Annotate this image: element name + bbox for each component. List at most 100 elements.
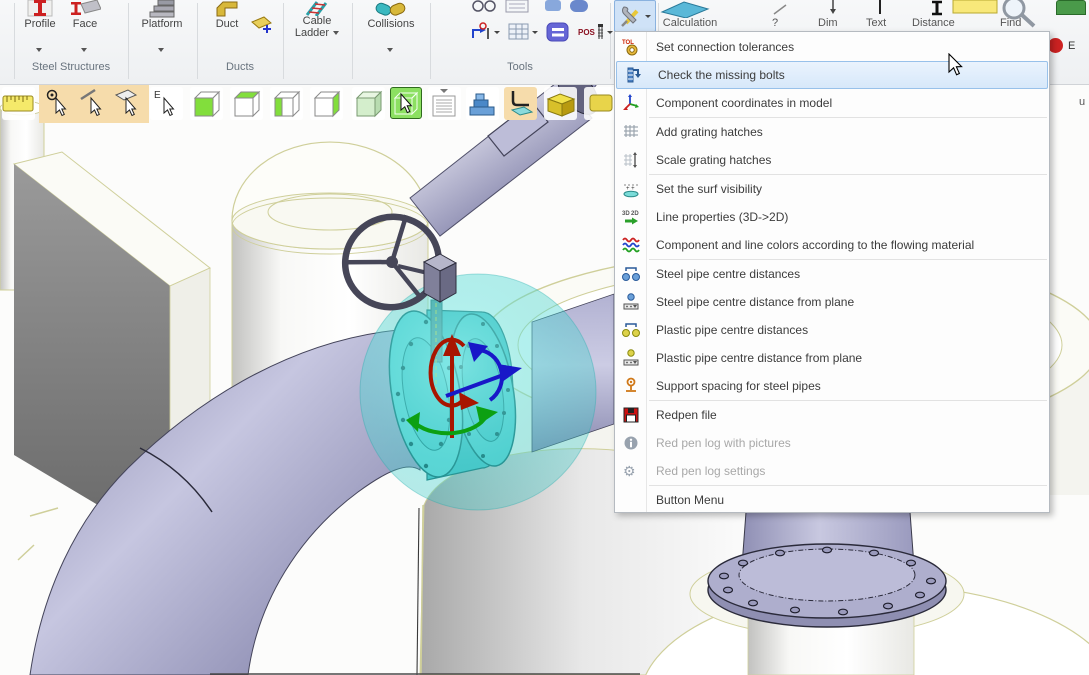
distance-ibeam-icon: [930, 0, 944, 16]
pos-tool-button[interactable]: POS: [578, 28, 595, 37]
tools-group-row: POS: [470, 22, 613, 42]
view-cube-right-button[interactable]: [310, 87, 343, 120]
menu-item-plastic-pipe-centre-distances[interactable]: Plastic pipe centre distances: [615, 316, 1049, 344]
solid-cube-button[interactable]: [352, 87, 385, 120]
svg-text:⚙: ⚙: [623, 463, 636, 479]
menu-item-support-spacing[interactable]: Support spacing for steel pipes: [615, 372, 1049, 400]
menu-item-set-surf-visibility[interactable]: + + Set the surf visibility: [615, 175, 1049, 203]
line-properties-icon: 3D2D: [615, 208, 646, 226]
select-point-tool[interactable]: [42, 87, 75, 120]
partial-toolbar-button[interactable]: [584, 87, 617, 120]
yellow-tub-button[interactable]: [544, 87, 577, 120]
view-cube-front-button[interactable]: [190, 87, 223, 120]
equals-tool-button[interactable]: [546, 22, 570, 42]
surf-visibility-icon: + +: [615, 180, 646, 198]
menu-item-steel-pipe-distance-from-plane[interactable]: Steel pipe centre distance from plane: [615, 288, 1049, 316]
select-plane-tool[interactable]: [112, 87, 145, 120]
svg-text:3D: 3D: [622, 211, 630, 217]
red-edge-icon[interactable]: [1048, 38, 1063, 53]
chevron-down-icon[interactable]: [494, 31, 500, 34]
question-button[interactable]: ?: [772, 17, 778, 29]
tools-dropdown-menu: TOL Set connection tolerances Check the …: [614, 31, 1050, 513]
plastic-plane-icon: [615, 349, 646, 367]
distance-button[interactable]: Distance: [912, 17, 955, 29]
settings-gear-icon: ⚙: [615, 462, 646, 480]
find-button[interactable]: Find: [1000, 17, 1021, 29]
menu-item-component-coordinates[interactable]: Component coordinates in model: [615, 89, 1049, 117]
stairs-platform-icon: [146, 0, 178, 18]
select-in-cube-button-active[interactable]: [390, 87, 422, 119]
group-label-ducts: Ducts: [197, 61, 283, 76]
text-button[interactable]: Text: [866, 17, 886, 29]
grating-icon: [615, 123, 646, 141]
cable-ladder-label: Cable Ladder: [295, 15, 332, 39]
group-label-tools: Tools: [430, 61, 610, 76]
notes-list-button[interactable]: [428, 87, 461, 120]
table-tool-button[interactable]: [508, 23, 530, 41]
group-separator: [128, 3, 129, 79]
select-element-tool[interactable]: E: [150, 87, 183, 120]
chevron-down-icon[interactable]: [158, 48, 164, 52]
cut-off-icons-row: [470, 0, 600, 14]
menu-item-check-missing-bolts[interactable]: Check the missing bolts: [616, 61, 1048, 89]
pos-bolt-icon: [595, 22, 605, 42]
profile-button[interactable]: Profile: [18, 0, 62, 58]
menu-item-set-connection-tolerances[interactable]: TOL Set connection tolerances: [615, 33, 1049, 61]
view-cube-top-button[interactable]: [230, 87, 263, 120]
select-line-tool[interactable]: [77, 87, 110, 120]
duct-add-button[interactable]: [250, 12, 276, 41]
flow-colors-icon: [615, 236, 646, 254]
ruler-tool-button[interactable]: [2, 87, 35, 120]
group-separator: [283, 3, 284, 79]
menu-item-button-menu[interactable]: Button Menu: [615, 486, 1049, 514]
steel-plane-icon: [615, 293, 646, 311]
edge-label-u: u: [1079, 96, 1085, 108]
pipe-measure-tool-button[interactable]: [470, 22, 492, 42]
platform-button[interactable]: Platform: [132, 0, 192, 58]
dim-button[interactable]: Dim: [818, 17, 838, 29]
tolerance-icon: TOL: [615, 38, 646, 56]
plastic-distance-icon: [615, 321, 646, 339]
info-icon: [615, 434, 646, 452]
svg-text:E: E: [154, 90, 161, 101]
valve-actuator-cube: [424, 254, 456, 302]
chevron-down-icon[interactable]: [36, 48, 42, 52]
component-axes-icon: [615, 94, 646, 112]
menu-item-steel-pipe-centre-distances[interactable]: Steel pipe centre distances: [615, 260, 1049, 288]
chevron-down-icon[interactable]: [387, 48, 393, 52]
wrench-screwdriver-icon: [619, 4, 643, 28]
chevron-down-icon[interactable]: [532, 31, 538, 34]
view-cube-left-button[interactable]: [270, 87, 303, 120]
mouse-cursor: [948, 53, 964, 77]
svg-text:2D: 2D: [631, 211, 639, 217]
duct-button[interactable]: Duct: [205, 0, 249, 58]
collisions-button[interactable]: Collisions: [356, 0, 426, 58]
menu-item-line-properties-3d-2d[interactable]: 3D2D Line properties (3D->2D): [615, 203, 1049, 231]
chevron-down-icon[interactable]: [333, 31, 339, 35]
menu-item-redpen-log-pictures: Red pen log with pictures: [615, 429, 1049, 457]
face-button[interactable]: Face: [64, 0, 106, 58]
yellow-area-icon: [952, 0, 998, 14]
duct-icon: [213, 0, 241, 18]
stepped-blocks-button[interactable]: [466, 87, 499, 120]
cable-ladder-button[interactable]: Cable Ladder: [286, 0, 348, 58]
collisions-icon: [375, 0, 407, 18]
calculation-button[interactable]: Calculation: [648, 17, 732, 29]
menu-item-flow-material-colors[interactable]: Component and line colors according to t…: [615, 231, 1049, 259]
menu-item-add-grating-hatches[interactable]: Add grating hatches: [615, 118, 1049, 146]
menu-item-scale-grating-hatches[interactable]: Scale grating hatches: [615, 146, 1049, 174]
text-bar-icon: [876, 0, 884, 15]
menu-item-redpen-log-settings: ⚙ Red pen log settings: [615, 457, 1049, 485]
i-beam-face-icon: [69, 0, 101, 18]
chevron-down-icon[interactable]: [81, 48, 87, 52]
chevron-down-icon[interactable]: [607, 31, 613, 34]
menu-item-redpen-file[interactable]: Redpen file: [615, 401, 1049, 429]
cable-ladder-icon: [303, 0, 331, 16]
duct-add-icon: [250, 12, 276, 36]
pipe-bend-plane-button[interactable]: [504, 87, 537, 120]
support-spacing-icon: [615, 377, 646, 395]
grating-scale-icon: [615, 151, 646, 169]
steel-distance-icon: [615, 265, 646, 283]
menu-item-plastic-pipe-distance-from-plane[interactable]: Plastic pipe centre distance from plane: [615, 344, 1049, 372]
green-edge-icon[interactable]: [1056, 0, 1086, 15]
